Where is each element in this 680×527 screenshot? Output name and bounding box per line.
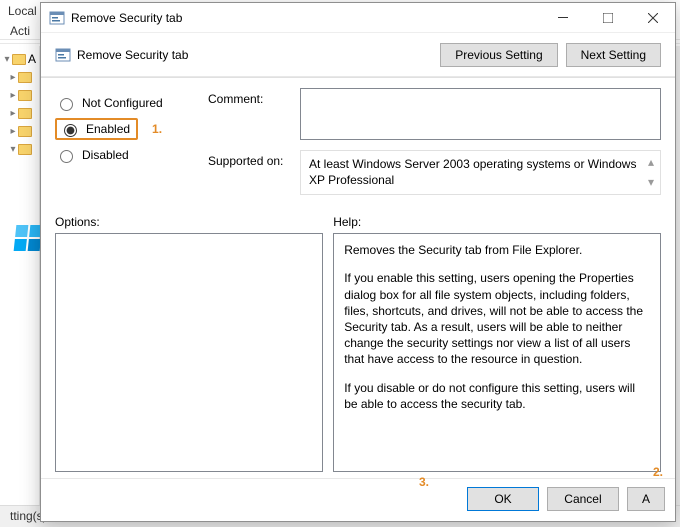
help-label: Help: (333, 215, 661, 229)
maximize-icon (603, 13, 613, 23)
folder-icon (18, 90, 32, 101)
previous-setting-button[interactable]: Previous Setting (440, 43, 557, 67)
close-button[interactable] (630, 4, 675, 32)
supported-on-box: At least Windows Server 2003 operating s… (300, 150, 661, 195)
maximize-button[interactable] (585, 4, 630, 32)
chevron-right-icon: ▸ (8, 72, 18, 83)
chevron-right-icon: ▸ (8, 126, 18, 137)
annotation-1: 1. (152, 122, 162, 136)
toolbar: Remove Security tab Previous Setting Nex… (41, 33, 675, 77)
spinner-icon[interactable]: ▴▾ (646, 155, 656, 190)
radio-enabled-input[interactable] (64, 124, 77, 137)
minimize-icon (558, 13, 568, 23)
header-title: Remove Security tab (77, 48, 188, 62)
help-p2: If you enable this setting, users openin… (344, 270, 650, 367)
radio-label: Not Configured (82, 96, 163, 110)
close-icon (648, 13, 658, 23)
tree-node-root[interactable]: ▾ A (0, 50, 39, 68)
comment-label: Comment: (208, 88, 300, 106)
tree-node-label: A (28, 52, 36, 66)
radio-disabled-input[interactable] (60, 150, 73, 163)
apply-button[interactable]: A (627, 487, 665, 511)
chevron-right-icon: ▸ (8, 90, 18, 101)
tree-node[interactable]: ▸ (0, 86, 39, 104)
dialog-title: Remove Security tab (71, 11, 540, 25)
options-label: Options: (55, 215, 323, 229)
dialog-footer: OK Cancel A (41, 478, 675, 518)
watermark-logo-icon (14, 225, 43, 251)
radio-enabled[interactable]: Enabled (59, 121, 130, 137)
policy-icon (49, 10, 65, 26)
radio-disabled[interactable]: Disabled (55, 142, 190, 168)
comment-textarea[interactable] (300, 88, 661, 140)
policy-icon (55, 47, 71, 63)
titlebar[interactable]: Remove Security tab (41, 3, 675, 33)
help-p1: Removes the Security tab from File Explo… (344, 242, 650, 258)
minimize-button[interactable] (540, 4, 585, 32)
chevron-down-icon: ▾ (8, 144, 18, 155)
tree-sidebar[interactable]: ▾ A ▸ ▸ ▸ ▸ ▾ (0, 46, 40, 506)
chevron-down-icon: ▾ (2, 54, 12, 65)
help-panel[interactable]: Removes the Security tab from File Explo… (333, 233, 661, 472)
folder-icon (18, 144, 32, 155)
annotation-2: 2. (653, 465, 663, 479)
ok-button[interactable]: OK (467, 487, 539, 511)
tree-node[interactable]: ▾ (0, 140, 39, 158)
policy-dialog: Remove Security tab Remove Security tab … (40, 2, 676, 522)
radio-not-configured-input[interactable] (60, 98, 73, 111)
chevron-right-icon: ▸ (8, 108, 18, 119)
dialog-body: Not Configured Enabled 1. Disabled (41, 78, 675, 478)
tree-node[interactable]: ▸ (0, 104, 39, 122)
folder-icon (18, 108, 32, 119)
supported-label: Supported on: (208, 150, 300, 168)
folder-icon (18, 126, 32, 137)
tree-node[interactable]: ▸ (0, 122, 39, 140)
folder-icon (18, 72, 32, 83)
highlight-enabled: Enabled (55, 118, 138, 140)
cancel-button[interactable]: Cancel (547, 487, 619, 511)
radio-label: Enabled (86, 122, 130, 136)
radio-not-configured[interactable]: Not Configured (55, 90, 190, 116)
bg-menu-text: Acti (10, 24, 30, 38)
state-radio-group: Not Configured Enabled 1. Disabled (55, 88, 190, 205)
options-panel[interactable] (55, 233, 323, 472)
radio-label: Disabled (82, 148, 129, 162)
help-p3: If you disable or do not configure this … (344, 380, 650, 412)
next-setting-button[interactable]: Next Setting (566, 43, 661, 67)
annotation-3: 3. (419, 475, 429, 489)
supported-on-text: At least Windows Server 2003 operating s… (309, 157, 636, 187)
folder-icon (12, 54, 26, 65)
tree-node[interactable]: ▸ (0, 68, 39, 86)
